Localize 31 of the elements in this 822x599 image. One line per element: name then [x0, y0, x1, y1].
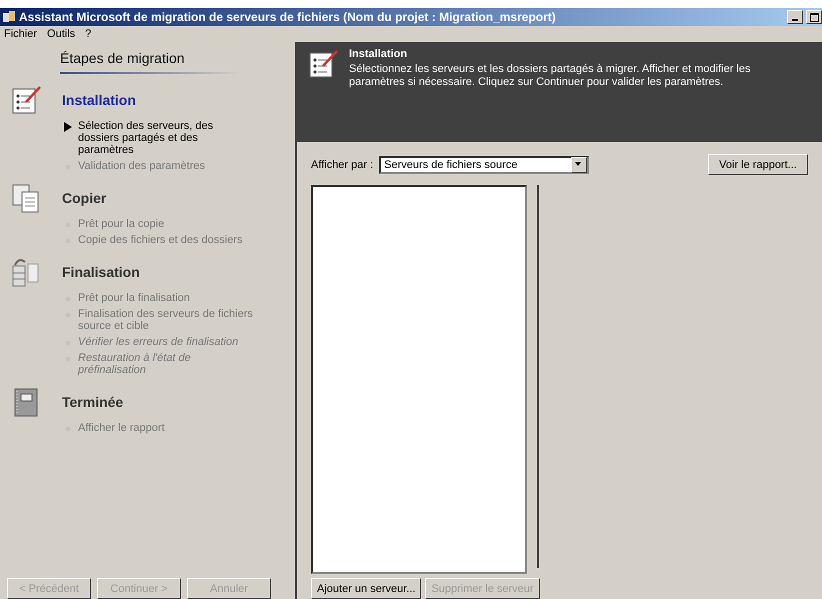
menu-item[interactable]: ?: [85, 28, 92, 40]
server-list[interactable]: [311, 185, 527, 574]
step-item: Validation des paramètres: [78, 160, 206, 172]
window-title: Assistant Microsoft de migration de serveurs de fichiers (Nom du projet : Migration_msreport): [19, 10, 557, 24]
step-title: Finalisation: [62, 264, 140, 280]
step-title: Terminée: [62, 394, 124, 410]
sidebar-title: Étapes de migration: [60, 50, 240, 74]
header-title: Installation: [349, 48, 408, 60]
minimize-button[interactable]: [787, 10, 803, 24]
header-description: Sélectionnez les serveurs et les dossiers partagés à migrer. Afficher et modifier les paramètres si nécessaire. Cliquez sur Continuer pour valider les paramètres.: [349, 63, 752, 89]
step-item: Vérifier les erreurs de finalisation: [78, 336, 240, 348]
checklist-icon: [307, 48, 339, 80]
step-item: Sélection des serveurs, des dossiers partagés et des paramètres: [78, 120, 214, 156]
checklist-icon: [10, 84, 42, 116]
maximize-icon: [810, 12, 818, 22]
step-item: Restauration à l'état de préfinalisation: [78, 352, 192, 376]
step-item: Copie des fichiers et des dossiers: [78, 234, 244, 246]
step-title: Installation: [62, 92, 136, 108]
view-by-label: Afficher par :: [311, 158, 374, 170]
menu-item[interactable]: Fichier: [4, 28, 38, 40]
app-icon: [2, 10, 16, 24]
step-item: Prêt pour la finalisation: [78, 292, 191, 304]
maximize-button[interactable]: [806, 10, 822, 24]
menu-item[interactable]: Outils: [47, 28, 76, 40]
step-title: Copier: [62, 190, 106, 206]
report-button[interactable]: Voir le rapport...: [708, 154, 808, 175]
step-item: Afficher le rapport: [78, 422, 166, 434]
server-button[interactable]: Ajouter un serveur...: [311, 578, 422, 599]
step-item: Prêt pour la copie: [78, 218, 166, 230]
step-item: Finalisation des serveurs de fichiers source et cible: [78, 308, 254, 332]
view-by-dropdown[interactable]: Serveurs de fichiers source: [379, 156, 590, 174]
